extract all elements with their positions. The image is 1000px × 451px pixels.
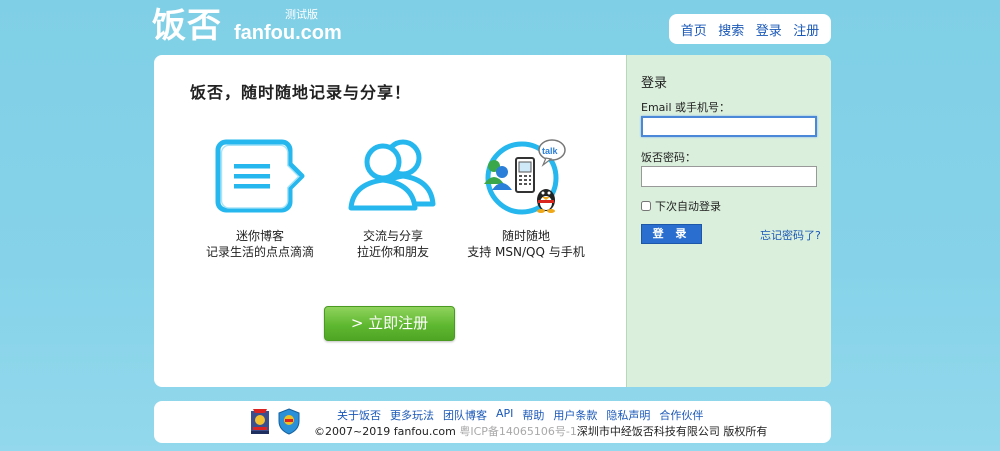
footer-link-help[interactable]: 帮助 bbox=[522, 407, 544, 423]
footer-link-api[interactable]: API bbox=[496, 407, 513, 423]
register-now-button[interactable]: > 立即注册 bbox=[324, 306, 455, 341]
nav-register[interactable]: 注册 bbox=[793, 20, 819, 39]
remember-me-checkbox[interactable] bbox=[641, 201, 651, 211]
footer-link-team-blog[interactable]: 团队博客 bbox=[443, 407, 487, 423]
login-panel: 登录 Email 或手机号： 饭否密码： 下次自动登录 登 录 忘记密码了? bbox=[626, 55, 831, 387]
login-button[interactable]: 登 录 bbox=[641, 224, 702, 244]
police-badge-icon[interactable] bbox=[249, 407, 271, 439]
nav-home[interactable]: 首页 bbox=[681, 20, 707, 39]
speech-bubble-icon bbox=[190, 131, 330, 221]
company-text: 深圳市中经饭否科技有限公司 版权所有 bbox=[576, 425, 768, 438]
top-nav: 首页 搜索 登录 注册 bbox=[669, 14, 831, 44]
footer-link-partners[interactable]: 合作伙伴 bbox=[659, 407, 703, 423]
footer-link-about[interactable]: 关于饭否 bbox=[337, 407, 381, 423]
copyright-line: ©2007~2019 fanfou.com 粤ICP备14065106号-1深圳… bbox=[314, 423, 767, 439]
feature-anywhere-desc: 支持 MSN/QQ 与手机 bbox=[467, 245, 585, 259]
feature-share-title: 交流与分享 bbox=[362, 229, 423, 243]
remember-me[interactable]: 下次自动登录 bbox=[641, 198, 721, 214]
copyright-text: ©2007~2019 fanfou.com bbox=[314, 425, 456, 438]
password-field[interactable] bbox=[641, 166, 817, 187]
feature-share: 交流与分享 拉近你和朋友 bbox=[323, 131, 463, 260]
feature-anywhere: talk 随时随地 支持 MSN/QQ 与手机 bbox=[456, 131, 596, 260]
intro-section: 饭否，随时随地记录与分享！ 迷你博客 记录生活的点点滴滴 交流与分享 拉近你和朋… bbox=[154, 55, 626, 387]
icp-number[interactable]: 粤ICP备14065106号-1 bbox=[459, 425, 577, 438]
feature-microblog-title: 迷你博客 bbox=[235, 229, 284, 243]
svg-text:talk: talk bbox=[542, 146, 559, 156]
im-devices-icon: talk bbox=[456, 131, 596, 221]
login-title: 登录 bbox=[641, 76, 668, 91]
password-label: 饭否密码： bbox=[641, 151, 696, 164]
security-shield-icon[interactable] bbox=[277, 407, 301, 439]
logo[interactable]: 饭否 fanfou.com 测试版 bbox=[152, 6, 342, 48]
email-label: Email 或手机号： bbox=[641, 101, 731, 114]
feature-share-desc: 拉近你和朋友 bbox=[356, 245, 429, 259]
remember-me-label: 下次自动登录 bbox=[655, 200, 721, 213]
slogan: 饭否，随时随地记录与分享！ bbox=[190, 83, 412, 102]
email-field[interactable] bbox=[641, 116, 817, 137]
main-panel: 饭否，随时随地记录与分享！ 迷你博客 记录生活的点点滴滴 交流与分享 拉近你和朋… bbox=[154, 55, 831, 387]
footer: 关于饭否 更多玩法 团队博客 API 帮助 用户条款 隐私声明 合作伙伴 ©20… bbox=[154, 401, 831, 443]
people-icon bbox=[323, 131, 463, 221]
logo-chinese: 饭否 bbox=[152, 6, 222, 46]
feature-microblog: 迷你博客 记录生活的点点滴滴 bbox=[190, 131, 330, 260]
footer-link-terms[interactable]: 用户条款 bbox=[553, 407, 597, 423]
footer-link-privacy[interactable]: 隐私声明 bbox=[606, 407, 650, 423]
feature-microblog-desc: 记录生活的点点滴滴 bbox=[205, 245, 314, 259]
footer-link-more[interactable]: 更多玩法 bbox=[390, 407, 434, 423]
logo-domain: fanfou.com bbox=[234, 22, 342, 44]
nav-login[interactable]: 登录 bbox=[756, 20, 782, 39]
footer-links: 关于饭否 更多玩法 团队博客 API 帮助 用户条款 隐私声明 合作伙伴 bbox=[337, 407, 703, 423]
feature-anywhere-title: 随时随地 bbox=[501, 229, 550, 243]
forgot-password-link[interactable]: 忘记密码了? bbox=[760, 227, 821, 243]
footer-badges bbox=[249, 407, 301, 439]
logo-beta-tag: 测试版 bbox=[285, 8, 318, 21]
nav-search[interactable]: 搜索 bbox=[718, 20, 744, 39]
